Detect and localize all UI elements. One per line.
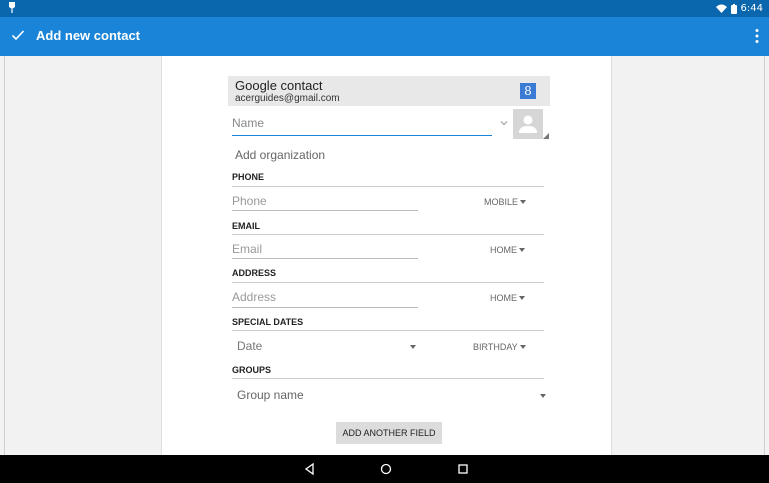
back-icon[interactable] — [302, 461, 318, 477]
section-label-phone: PHONE — [232, 172, 265, 182]
email-type-dropdown[interactable]: HOME — [490, 245, 525, 255]
dropdown-arrow-icon[interactable] — [540, 394, 546, 398]
divider — [232, 186, 544, 187]
email-underline — [232, 258, 418, 259]
divider — [232, 282, 544, 283]
phone-underline — [232, 210, 418, 211]
email-input[interactable]: Email — [232, 242, 418, 256]
date-picker[interactable]: Date — [237, 339, 262, 353]
account-email: acerguides@gmail.com — [235, 93, 340, 104]
app-bar: Add new contact — [0, 17, 769, 56]
content-area: Google contact acerguides@gmail.com 8 Na… — [0, 56, 769, 455]
phone-input[interactable]: Phone — [232, 194, 418, 208]
divider — [4, 56, 5, 455]
chevron-down-icon[interactable] — [499, 118, 509, 128]
photo-corner — [543, 133, 549, 139]
google-icon: 8 — [520, 83, 536, 99]
dropdown-arrow-icon — [520, 200, 527, 204]
divider — [232, 330, 544, 331]
recents-icon[interactable] — [455, 461, 471, 477]
section-label-special-dates: SPECIAL DATES — [232, 317, 304, 327]
name-input[interactable]: Name — [232, 116, 492, 136]
section-label-groups: GROUPS — [232, 365, 272, 375]
section-label-address: ADDRESS — [232, 268, 277, 278]
date-type-label: BIRTHDAY — [473, 342, 518, 352]
group-name-dropdown[interactable]: Group name — [237, 388, 304, 402]
address-type-dropdown[interactable]: HOME — [490, 293, 525, 303]
battery-icon — [730, 3, 737, 14]
name-placeholder: Name — [232, 116, 265, 130]
clock: 6:44 — [740, 3, 763, 14]
address-underline — [232, 307, 418, 308]
notification-icon — [9, 2, 15, 13]
divider — [232, 378, 544, 379]
overflow-menu-icon[interactable] — [754, 28, 760, 44]
check-icon[interactable] — [11, 28, 25, 42]
dropdown-arrow-icon — [519, 296, 525, 300]
navigation-bar — [0, 455, 769, 483]
dropdown-arrow-icon — [519, 345, 526, 349]
address-type-label: HOME — [490, 293, 517, 303]
divider — [232, 234, 544, 235]
date-type-dropdown[interactable]: BIRTHDAY — [473, 342, 526, 352]
status-bar: 6:44 — [0, 0, 769, 17]
section-label-email: EMAIL — [232, 221, 260, 231]
dropdown-arrow-icon[interactable] — [410, 345, 416, 349]
address-input[interactable]: Address — [232, 290, 418, 304]
add-organization-link[interactable]: Add organization — [235, 148, 325, 162]
account-header[interactable]: Google contact acerguides@gmail.com 8 — [228, 76, 550, 106]
phone-type-label: MOBILE — [484, 197, 519, 207]
account-title: Google contact — [235, 78, 323, 93]
person-icon — [519, 115, 537, 133]
contact-photo[interactable] — [513, 109, 543, 139]
dropdown-arrow-icon — [519, 248, 525, 252]
phone-type-dropdown[interactable]: MOBILE — [484, 197, 527, 207]
name-underline — [232, 135, 492, 136]
wifi-icon — [715, 4, 727, 13]
contact-form-card: Google contact acerguides@gmail.com 8 Na… — [161, 56, 612, 455]
page-title: Add new contact — [36, 28, 141, 43]
add-another-field-button[interactable]: ADD ANOTHER FIELD — [336, 422, 442, 444]
divider — [764, 56, 765, 455]
email-type-label: HOME — [490, 245, 517, 255]
home-icon[interactable] — [378, 461, 394, 477]
